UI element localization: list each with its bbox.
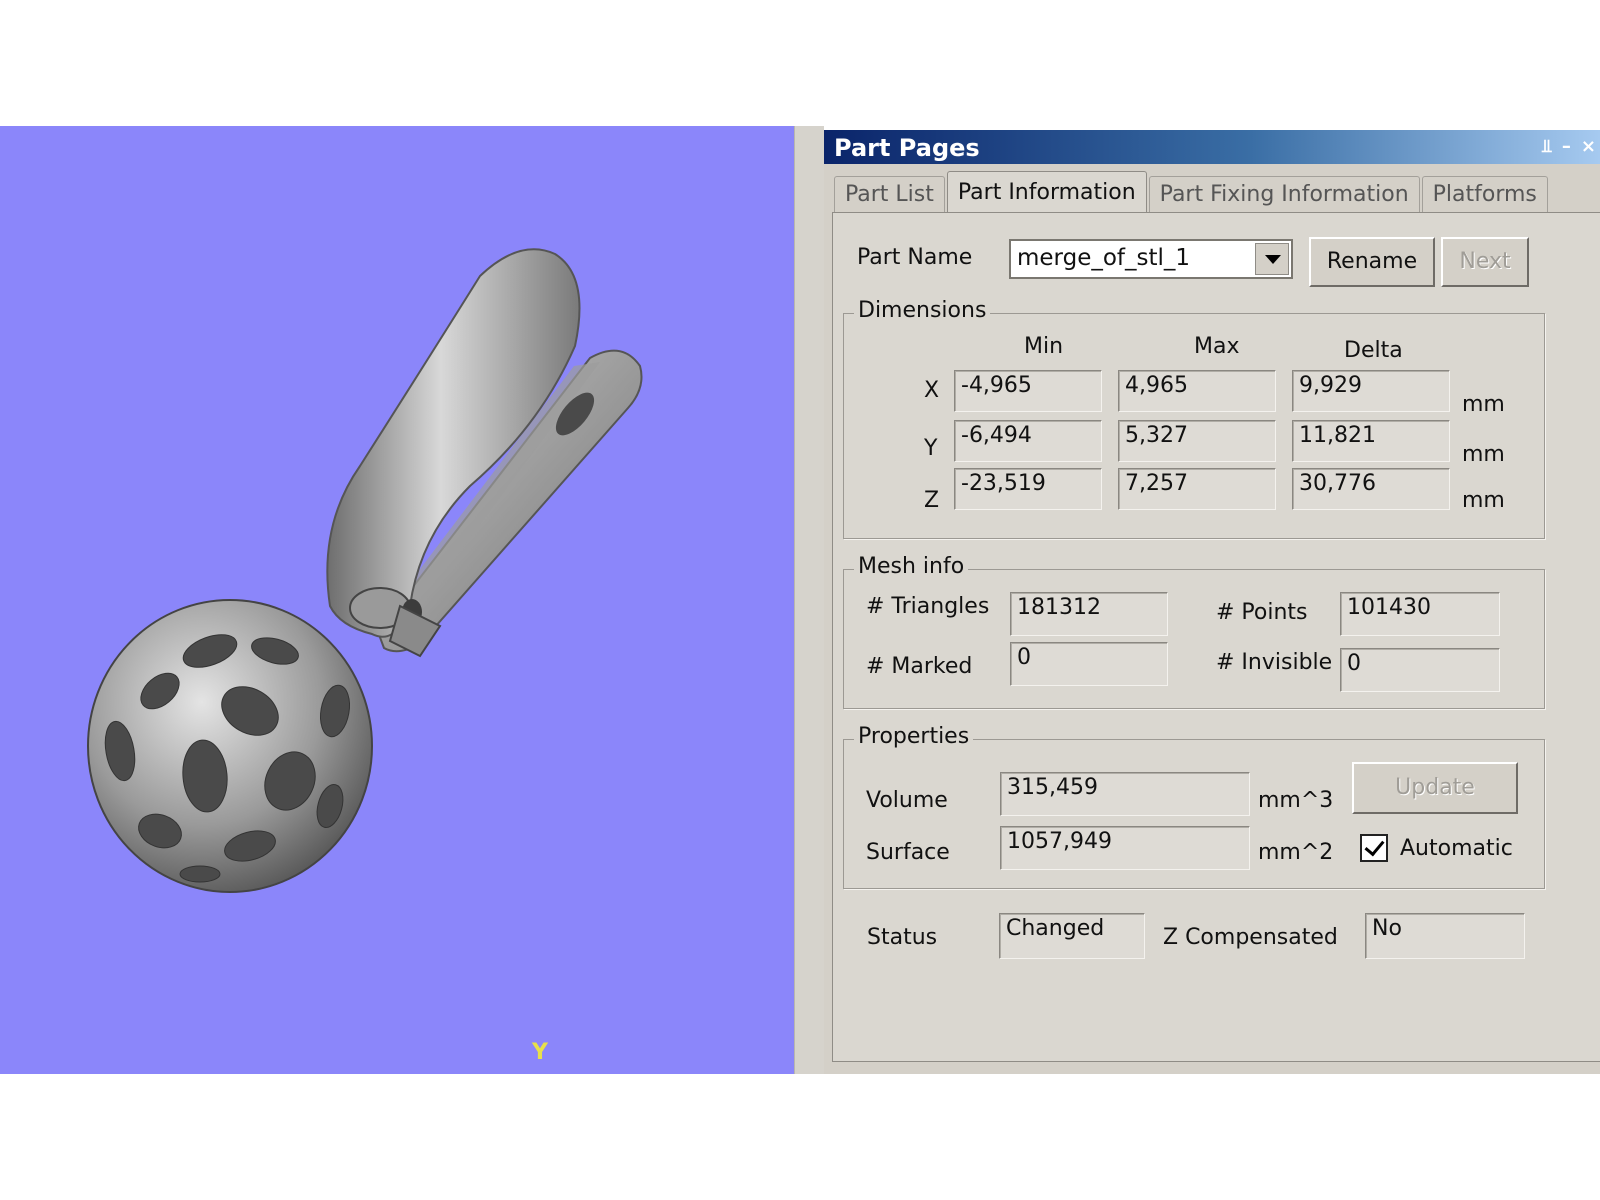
volume-unit-label: mm^3 — [1258, 788, 1334, 813]
y-max-field[interactable]: 5,327 — [1118, 420, 1276, 462]
tab-part-fixing-information[interactable]: Part Fixing Information — [1148, 176, 1420, 212]
volume-label: Volume — [866, 788, 948, 813]
x-unit-label: mm — [1462, 392, 1505, 417]
y-axis-label: Y — [924, 436, 938, 461]
z-unit-label: mm — [1462, 488, 1505, 513]
surface-field[interactable]: 1057,949 — [1000, 826, 1250, 870]
part-name-label: Part Name — [857, 245, 973, 270]
pin-icon[interactable]: ⫫ — [1542, 130, 1552, 164]
tab-part-list[interactable]: Part List — [834, 176, 945, 212]
x-delta-field[interactable]: 9,929 — [1292, 370, 1450, 412]
y-delta-field[interactable]: 11,821 — [1292, 420, 1450, 462]
delta-column-header: Delta — [1344, 338, 1403, 363]
panel-title: Part Pages — [834, 134, 980, 162]
3d-viewport[interactable]: Y — [0, 126, 794, 1074]
tab-platforms[interactable]: Platforms — [1421, 176, 1548, 212]
close-icon[interactable]: × — [1581, 130, 1596, 164]
points-field[interactable]: 101430 — [1340, 592, 1500, 636]
z-delta-field[interactable]: 30,776 — [1292, 468, 1450, 510]
x-axis-label: X — [924, 378, 940, 403]
min-column-header: Min — [1024, 334, 1064, 359]
part-name-select[interactable]: merge_of_stl_1 — [1009, 239, 1293, 279]
tab-part-information[interactable]: Part Information — [946, 171, 1147, 213]
invisible-label: # Invisible — [1216, 650, 1333, 675]
surface-unit-label: mm^2 — [1258, 840, 1334, 865]
part-model — [87, 248, 643, 893]
status-label: Status — [867, 925, 938, 950]
dimensions-group: Dimensions Min Max Delta X -4,965 4,965 … — [843, 298, 1545, 539]
part-name-value: merge_of_stl_1 — [1017, 245, 1191, 271]
points-label: # Points — [1216, 600, 1308, 625]
y-unit-label: mm — [1462, 442, 1505, 467]
part-pages-panel: Part Pages ⫫ – × Part List Part Informat… — [824, 130, 1600, 1074]
y-min-field[interactable]: -6,494 — [954, 420, 1102, 462]
triangles-label: # Triangles — [866, 594, 990, 619]
properties-group: Properties Volume 315,459 mm^3 Update Su… — [843, 724, 1545, 889]
invisible-field[interactable]: 0 — [1340, 648, 1500, 692]
dimensions-title: Dimensions — [854, 298, 991, 323]
panel-titlebar: Part Pages ⫫ – × — [824, 130, 1600, 164]
rename-button[interactable]: Rename — [1309, 237, 1435, 287]
triangles-field[interactable]: 181312 — [1010, 592, 1168, 636]
z-min-field[interactable]: -23,519 — [954, 468, 1102, 510]
tab-bar: Part List Part Information Part Fixing I… — [834, 171, 1550, 213]
panel-splitter[interactable] — [794, 126, 824, 1074]
status-field[interactable]: Changed — [999, 913, 1145, 959]
mesh-info-title: Mesh info — [854, 554, 969, 579]
next-button[interactable]: Next — [1441, 237, 1529, 287]
z-compensated-label: Z Compensated — [1163, 925, 1338, 950]
volume-field[interactable]: 315,459 — [1000, 772, 1250, 816]
max-column-header: Max — [1194, 334, 1240, 359]
marked-field[interactable]: 0 — [1010, 642, 1168, 686]
z-axis-label: Z — [924, 488, 940, 513]
z-compensated-field[interactable]: No — [1365, 913, 1525, 959]
x-min-field[interactable]: -4,965 — [954, 370, 1102, 412]
part-information-page: Part Name merge_of_stl_1 Rename Next Dim… — [832, 212, 1600, 1062]
x-max-field[interactable]: 4,965 — [1118, 370, 1276, 412]
mesh-info-group: Mesh info # Triangles 181312 # Points 10… — [843, 554, 1545, 709]
automatic-checkbox[interactable] — [1360, 834, 1388, 862]
automatic-label: Automatic — [1400, 836, 1513, 861]
axis-y-label: Y — [532, 1040, 548, 1065]
properties-title: Properties — [854, 724, 974, 749]
update-button[interactable]: Update — [1352, 762, 1518, 814]
chevron-down-icon[interactable] — [1255, 243, 1289, 275]
z-max-field[interactable]: 7,257 — [1118, 468, 1276, 510]
surface-label: Surface — [866, 840, 950, 865]
minimize-icon[interactable]: – — [1562, 130, 1571, 164]
marked-label: # Marked — [866, 654, 973, 679]
